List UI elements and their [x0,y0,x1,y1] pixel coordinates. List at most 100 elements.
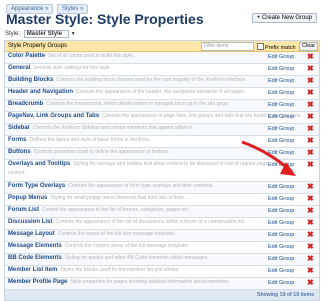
delete-icon[interactable]: ✖ [307,255,314,263]
page-title: Master Style: Style Properties [6,11,204,27]
edit-group-link[interactable]: Edit Group [268,268,294,274]
group-name[interactable]: Color Palette Set of all colors used to b… [8,53,134,59]
group-name[interactable]: Message Layout Controls the layout of the… [8,231,175,237]
group-name[interactable]: Breadcrumb Controls the breadcrumb, which… [8,101,229,107]
edit-group-link[interactable]: Edit Group [268,150,294,156]
prefix-match[interactable]: Prefix match [257,43,296,51]
prefix-match-checkbox[interactable] [257,43,264,50]
group-description: Controls the appearance of the list of d… [55,219,246,225]
group-name[interactable]: Member Profile Page Style properties for … [8,279,230,285]
edit-group-link[interactable]: Edit Group [268,126,294,132]
group-description: Defines the layout and style of basic fo… [29,137,151,143]
group-name[interactable]: BB Code Elements Styling for quotes and o… [8,255,209,261]
group-name[interactable]: Forms Defines the layout and style of bas… [8,137,151,143]
edit-group-link[interactable]: Edit Group [268,66,294,72]
edit-group-link[interactable]: Edit Group [268,244,294,250]
table-row: Buttons Controls properties used to defin… [5,148,319,160]
group-name[interactable]: Forum List Control the appearance of the … [8,207,190,213]
group-name[interactable]: PageNav, Link Groups and Tabs Controls th… [8,113,302,119]
table-row: Sidebar Controls the XenForo Sidebar and … [5,124,319,136]
group-name[interactable]: Buttons Controls properties used to defin… [8,149,170,155]
style-property-groups-panel: Style Property Groups Filter items Prefi… [4,40,320,301]
group-description: Styles the blocks used for the member li… [60,267,180,273]
group-name[interactable]: Form Type Overlays Controls the appearanc… [8,183,214,189]
table-row: Breadcrumb Controls the breadcrumb, which… [5,100,319,112]
group-name[interactable]: Header and Navigation Controls the appear… [8,89,245,95]
group-description: Controls the breadcrumb, which details w… [46,101,230,107]
style-selector[interactable]: Master Style [23,30,70,38]
group-name[interactable]: Member List Item Styles the blocks used f… [8,267,180,273]
style-selector-row: Style: Master Style ▼ [5,30,76,38]
edit-group-link[interactable]: Edit Group [268,162,294,168]
chevron-down-icon[interactable]: ▼ [71,31,76,37]
delete-icon[interactable]: ✖ [307,161,314,169]
delete-icon[interactable]: ✖ [307,243,314,251]
group-description: General style settings for this style. [33,65,111,71]
group-description: Controls the content areas of the full m… [64,243,189,249]
filter-input[interactable]: Filter items [201,42,254,51]
delete-icon[interactable]: ✖ [307,77,314,85]
table-row: Forms Defines the layout and style of bas… [5,136,319,148]
edit-group-link[interactable]: Edit Group [268,114,294,120]
group-name[interactable]: Popup Menus Styling for small popup menu … [8,195,185,201]
panel-header: Style Property Groups Filter items Prefi… [5,41,319,52]
delete-icon[interactable]: ✖ [307,65,314,73]
group-name[interactable]: Sidebar Controls the XenForo Sidebar and … [8,125,193,131]
edit-group-link[interactable]: Edit Group [268,280,294,286]
group-description: Controls the appearance of the header, t… [76,89,246,95]
delete-icon[interactable]: ✖ [307,149,314,157]
item-count: Showing 19 of 19 items [256,292,314,298]
edit-group-link[interactable]: Edit Group [268,220,294,226]
prefix-match-label: Prefix match [265,45,296,51]
delete-icon[interactable]: ✖ [307,267,314,275]
delete-icon[interactable]: ✖ [307,231,314,239]
table-row: Discussion List Controls the appearance o… [5,218,319,230]
delete-icon[interactable]: ✖ [307,89,314,97]
edit-group-link[interactable]: Edit Group [268,256,294,262]
table-row: Header and Navigation Controls the appear… [5,88,319,100]
group-description: Controls the layout of the full-size mes… [57,231,176,237]
edit-group-link[interactable]: Edit Group [268,232,294,238]
delete-icon[interactable]: ✖ [307,195,314,203]
group-name[interactable]: Discussion List Controls the appearance o… [8,219,245,225]
style-selector-label: Style: [5,31,21,37]
delete-icon[interactable]: ✖ [307,125,314,133]
edit-group-link[interactable]: Edit Group [268,78,294,84]
edit-group-link[interactable]: Edit Group [268,208,294,214]
table-row: General General style settings for this s… [5,64,319,76]
delete-icon[interactable]: ✖ [307,279,314,287]
edit-group-link[interactable]: Edit Group [268,138,294,144]
delete-icon[interactable]: ✖ [307,183,314,191]
group-name[interactable]: Overlays and Tooltips Styling for overlay… [8,161,268,167]
table-row: Form Type Overlays Controls the appearanc… [5,182,319,194]
delete-icon[interactable]: ✖ [307,137,314,145]
edit-group-link[interactable]: Edit Group [268,196,294,202]
edit-group-link[interactable]: Edit Group [268,184,294,190]
group-description: Styling for small popup menu elements th… [50,195,186,201]
group-name[interactable]: General General style settings for this s… [8,65,111,71]
group-name[interactable]: Message Elements Controls the content are… [8,243,189,249]
delete-icon[interactable]: ✖ [307,207,314,215]
group-description: Controls properties used to define the a… [33,149,170,155]
table-row: BB Code Elements Styling for quotes and o… [5,254,319,266]
group-description: Controls the appearance of form-type ove… [68,183,214,189]
table-row: PageNav, Link Groups and Tabs Controls th… [5,112,319,124]
table-row: Popup Menus Styling for small popup menu … [5,194,319,206]
table-row: Message Elements Controls the content are… [5,242,319,254]
delete-icon[interactable]: ✖ [307,101,314,109]
table-row: Member Profile Page Style properties for … [5,278,319,290]
list-footer: Showing 19 of 19 items [5,290,319,300]
group-description: Controls the XenForo Sidebar and certain… [33,125,194,131]
group-description: Styling for quotes and other BB Code ele… [64,255,209,261]
delete-icon[interactable]: ✖ [307,113,314,121]
delete-icon[interactable]: ✖ [307,219,314,227]
edit-group-link[interactable]: Edit Group [268,102,294,108]
clear-filter-button[interactable]: Clear [299,42,319,51]
edit-group-link[interactable]: Edit Group [268,90,294,96]
edit-group-link[interactable]: Edit Group [268,54,294,60]
create-new-group-button[interactable]: + Create New Group [251,13,317,23]
group-name[interactable]: Building Blocks Controls the building blo… [8,77,247,83]
table-row: Member List Item Styles the blocks used f… [5,266,319,278]
delete-icon[interactable]: ✖ [307,53,314,61]
group-description-continued: content. [8,170,26,176]
